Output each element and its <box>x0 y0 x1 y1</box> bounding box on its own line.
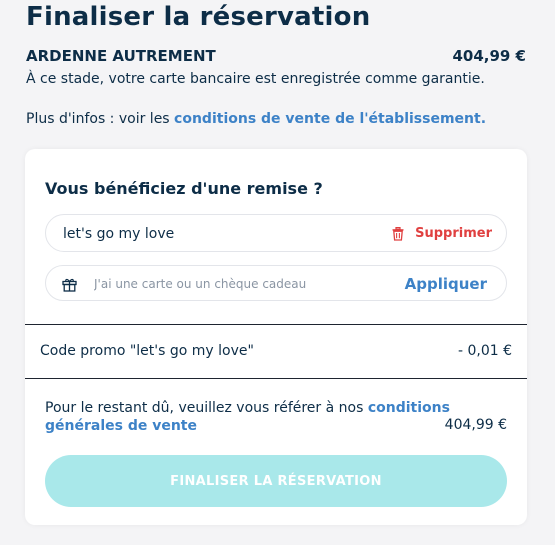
promo-code-value: let's go my love <box>63 226 175 242</box>
gift-card-input[interactable] <box>94 273 356 295</box>
remove-promo-label: Supprimer <box>415 226 492 241</box>
trash-icon <box>392 226 404 241</box>
gift-card-field: Appliquer <box>45 265 507 301</box>
discount-card: Vous bénéficiez d'une remise ? let's go … <box>25 149 527 525</box>
remaining-amount: 404,99 € <box>444 417 507 433</box>
promo-discount-amount: - 0,01 € <box>457 343 512 359</box>
discount-title: Vous bénéficiez d'une remise ? <box>45 179 323 198</box>
finalize-reservation-button[interactable]: FINALISER LA RÉSERVATION <box>45 455 507 507</box>
sales-conditions-link[interactable]: conditions de vente de l'établissement. <box>174 111 486 127</box>
gift-icon <box>62 278 77 292</box>
hotel-name: ARDENNE AUTREMENT <box>26 47 216 65</box>
apply-button[interactable]: Appliquer <box>405 275 487 293</box>
page-title: Finaliser la réservation <box>26 2 371 32</box>
remaining-prefix: Pour le restant dû, veuillez vous référe… <box>45 400 368 416</box>
guarantee-text: À ce stade, votre carte bancaire est enr… <box>26 71 485 87</box>
promo-summary-label: Code promo "let's go my love" <box>40 343 254 359</box>
total-price: 404,99 € <box>452 47 526 65</box>
conditions-info: Plus d'infos : voir les conditions de ve… <box>26 111 486 127</box>
remove-promo-button[interactable]: Supprimer <box>391 226 492 241</box>
remaining-text: Pour le restant dû, veuillez vous référe… <box>45 399 507 435</box>
promo-code-field: let's go my love Supprimer <box>45 214 507 252</box>
promo-summary-row: Code promo "let's go my love" - 0,01 € <box>25 324 527 379</box>
conditions-prefix: Plus d'infos : voir les <box>26 111 175 127</box>
